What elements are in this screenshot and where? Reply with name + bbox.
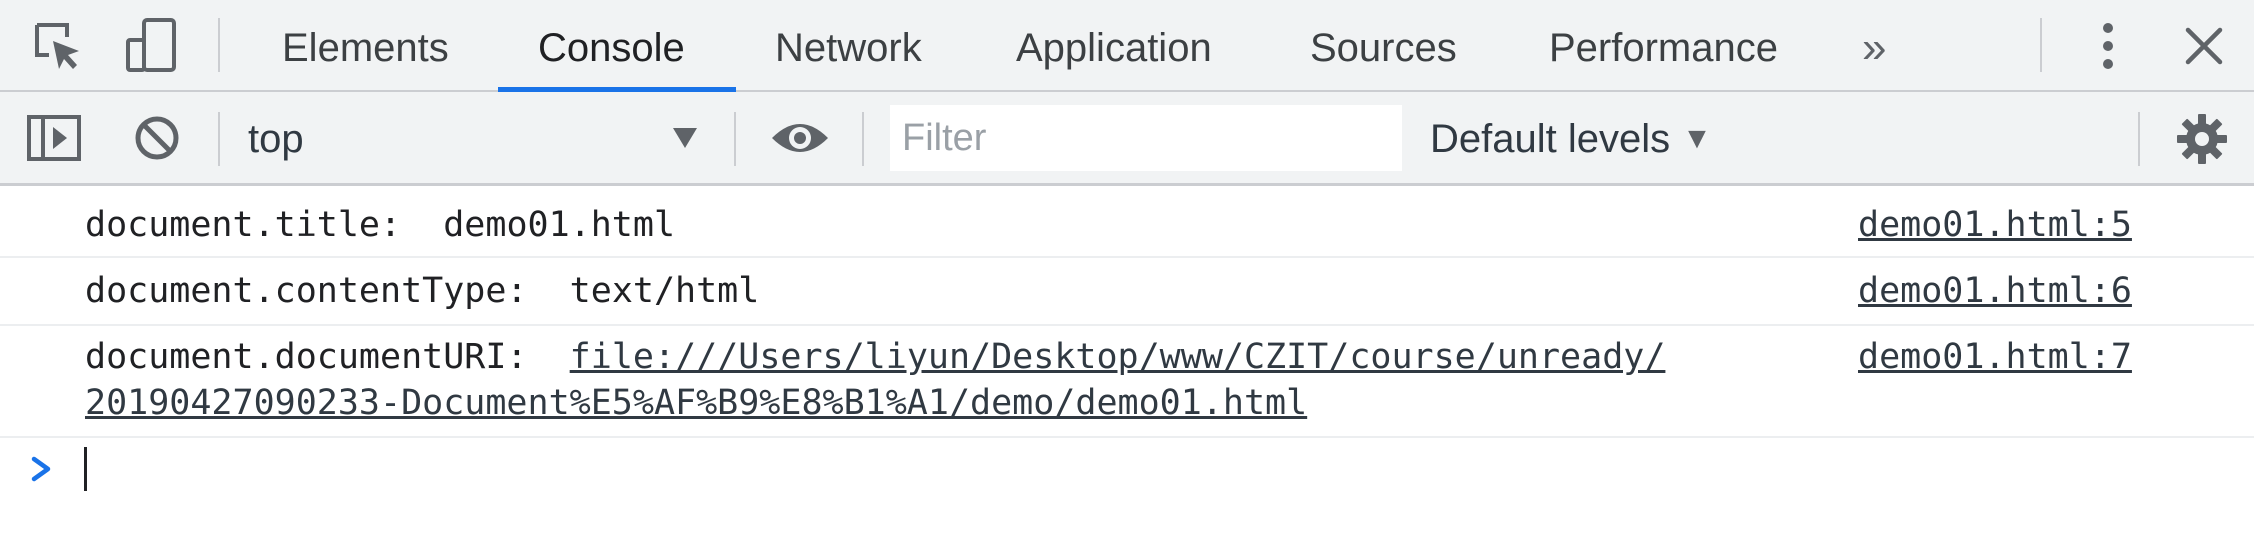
tab-label: Network bbox=[775, 25, 922, 70]
inspect-element-button[interactable] bbox=[30, 18, 86, 74]
tab-label: Elements bbox=[282, 25, 449, 70]
gear-icon bbox=[2177, 114, 2227, 164]
tab-performance[interactable]: Performance bbox=[1549, 0, 1778, 92]
eye-icon bbox=[772, 124, 828, 152]
dropdown-triangle-icon: ▼ bbox=[1682, 122, 1712, 155]
message-text: document.contentType: text/html bbox=[85, 268, 759, 314]
more-tabs-button[interactable]: » bbox=[1862, 0, 1886, 92]
tab-network[interactable]: Network bbox=[775, 0, 922, 92]
close-devtools-button[interactable] bbox=[2176, 20, 2232, 72]
filter-input[interactable] bbox=[890, 105, 1402, 171]
tab-label: Performance bbox=[1549, 25, 1778, 70]
sidebar-toggle-icon bbox=[27, 115, 81, 161]
console-message: document.title: demo01.html demo01.html:… bbox=[0, 186, 2254, 258]
message-key: document.title: bbox=[85, 205, 402, 245]
message-text: document.title: demo01.html bbox=[85, 202, 675, 248]
devtools-tabbar: Elements Console Network Application Sou… bbox=[0, 0, 2254, 92]
tabbar-divider bbox=[218, 18, 220, 72]
tab-elements[interactable]: Elements bbox=[282, 0, 449, 92]
console-toolbar-divider bbox=[734, 112, 736, 166]
execution-context-select[interactable]: top bbox=[248, 92, 708, 186]
kebab-menu-icon bbox=[2103, 23, 2113, 69]
tab-label: Sources bbox=[1310, 25, 1457, 70]
tab-label: Application bbox=[1016, 25, 1212, 70]
console-message: document.contentType: text/html demo01.h… bbox=[0, 258, 2254, 326]
console-toolbar-divider bbox=[862, 112, 864, 166]
chevron-double-right-icon: » bbox=[1862, 23, 1887, 72]
document-uri-link[interactable]: 20190427090233-Document%E5%AF%B9%E8%B1%A… bbox=[85, 383, 1307, 423]
document-uri-link[interactable]: file:///Users/liyun/Desktop/www/CZIT/cou… bbox=[570, 337, 1666, 377]
tab-application[interactable]: Application bbox=[1016, 0, 1212, 92]
levels-label: Default levels bbox=[1430, 116, 1671, 161]
source-link[interactable]: demo01.html:5 bbox=[1858, 202, 2132, 248]
console-settings-button[interactable] bbox=[2172, 112, 2232, 166]
log-levels-dropdown[interactable]: Default levels ▼ bbox=[1430, 92, 1712, 186]
message-text-continuation: 20190427090233-Document%E5%AF%B9%E8%B1%A… bbox=[85, 380, 1307, 426]
console-prompt[interactable] bbox=[0, 433, 2254, 503]
close-icon bbox=[2185, 27, 2223, 65]
tab-label: Console bbox=[538, 25, 685, 70]
console-message: document.documentURI: file:///Users/liyu… bbox=[0, 326, 2254, 438]
source-link[interactable]: demo01.html:6 bbox=[1858, 268, 2132, 314]
message-key: document.contentType: bbox=[85, 271, 528, 311]
device-mobile-icon bbox=[126, 18, 176, 72]
message-text: document.documentURI: file:///Users/liyu… bbox=[85, 334, 1665, 380]
tabbar-divider-right bbox=[2040, 18, 2042, 72]
live-expression-button[interactable] bbox=[768, 112, 832, 164]
context-value: top bbox=[248, 116, 304, 161]
clear-console-button[interactable] bbox=[130, 112, 184, 164]
dropdown-triangle-icon bbox=[672, 127, 698, 154]
prompt-chevron-icon bbox=[28, 447, 56, 496]
source-link[interactable]: demo01.html:7 bbox=[1858, 334, 2132, 380]
tab-console[interactable]: Console bbox=[538, 0, 685, 92]
clear-block-icon bbox=[135, 116, 179, 160]
tab-sources[interactable]: Sources bbox=[1310, 0, 1457, 92]
message-key: document.documentURI: bbox=[85, 337, 528, 377]
device-toolbar-button[interactable] bbox=[122, 16, 182, 76]
console-toolbar-divider bbox=[218, 112, 220, 166]
toggle-sidebar-button[interactable] bbox=[26, 112, 82, 164]
text-cursor bbox=[84, 447, 87, 491]
console-toolbar-divider bbox=[2138, 112, 2140, 166]
message-value: demo01.html bbox=[443, 205, 676, 245]
message-value: text/html bbox=[569, 271, 760, 311]
customize-menu-button[interactable] bbox=[2086, 18, 2130, 74]
inspect-cursor-icon bbox=[35, 23, 79, 69]
